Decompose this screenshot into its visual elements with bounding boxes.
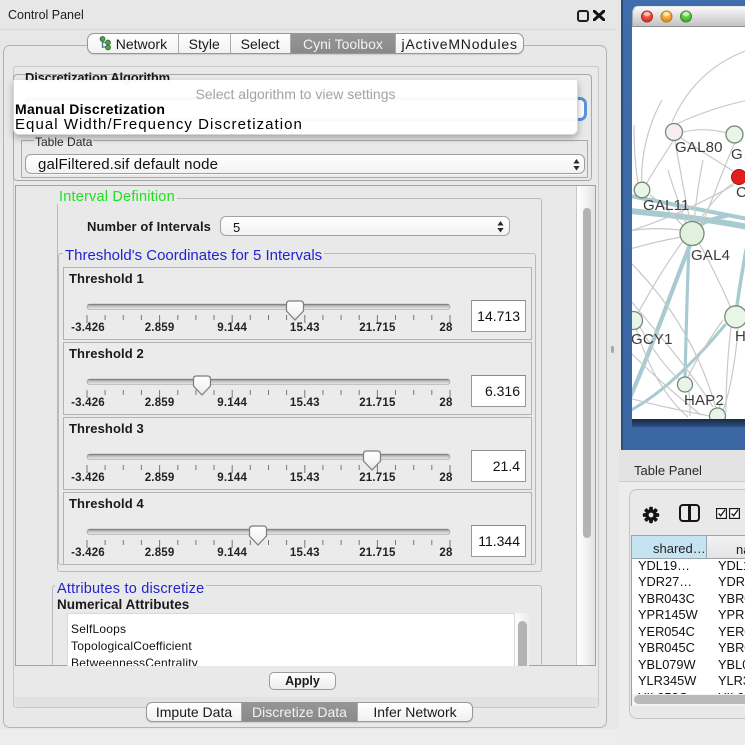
svg-text:GCY1: GCY1	[632, 331, 673, 348]
svg-text:15.43: 15.43	[290, 547, 320, 559]
svg-text:-3.426: -3.426	[71, 547, 105, 559]
svg-text:15.43: 15.43	[290, 397, 320, 409]
svg-text:9.144: 9.144	[217, 547, 247, 559]
svg-text:-3.426: -3.426	[71, 397, 105, 409]
svg-text:28: 28	[439, 397, 453, 409]
svg-text:2.859: 2.859	[145, 547, 175, 559]
svg-text:21.715: 21.715	[359, 322, 396, 334]
svg-text:-3.426: -3.426	[71, 322, 105, 334]
svg-text:G…: G…	[731, 146, 745, 163]
svg-text:9.144: 9.144	[217, 322, 247, 334]
svg-text:H: H	[735, 328, 745, 345]
svg-text:28: 28	[439, 322, 453, 334]
svg-text:21.715: 21.715	[359, 472, 396, 484]
svg-text:28: 28	[439, 472, 453, 484]
svg-text:9.144: 9.144	[217, 397, 247, 409]
svg-text:15.43: 15.43	[290, 322, 320, 334]
svg-text:15.43: 15.43	[290, 472, 320, 484]
svg-text:2.859: 2.859	[145, 397, 175, 409]
svg-text:GAL80: GAL80	[675, 139, 723, 156]
svg-text:21.715: 21.715	[359, 397, 396, 409]
svg-text:2.859: 2.859	[145, 322, 175, 334]
svg-text:21.715: 21.715	[359, 547, 396, 559]
svg-text:-3.426: -3.426	[71, 472, 105, 484]
svg-text:9.144: 9.144	[217, 472, 247, 484]
svg-text:2.859: 2.859	[145, 472, 175, 484]
svg-text:C…: C…	[736, 184, 745, 201]
svg-text:28: 28	[439, 547, 453, 559]
svg-text:HAP2: HAP2	[684, 392, 724, 409]
svg-text:GAL4: GAL4	[691, 247, 730, 264]
svg-text:GAL11: GAL11	[643, 197, 690, 214]
